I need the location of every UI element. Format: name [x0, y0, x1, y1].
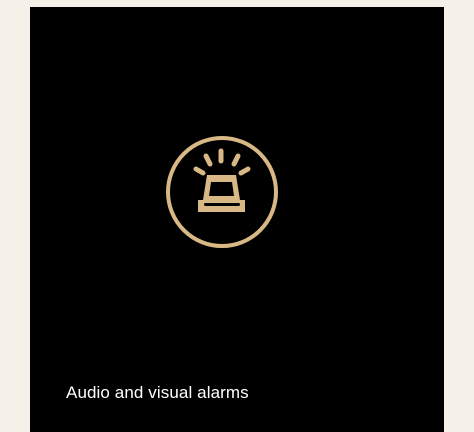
siren-alarm-icon	[160, 130, 284, 254]
feature-caption: Audio and visual alarms	[66, 383, 249, 402]
feature-card: Audio and visual alarms	[30, 7, 444, 432]
